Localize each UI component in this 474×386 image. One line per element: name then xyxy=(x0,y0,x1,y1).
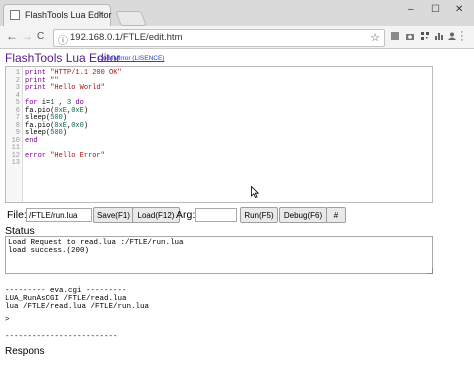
debug-button[interactable]: Debug(F6) xyxy=(279,207,327,223)
code-line: end xyxy=(25,136,38,145)
file-label: File: xyxy=(7,209,27,221)
eva-divider: ------------------------- xyxy=(5,333,118,341)
codemirror-license-link[interactable]: CodeMirror (LISENCE) xyxy=(98,55,164,62)
new-tab-button[interactable] xyxy=(115,11,147,26)
qr-code-icon[interactable] xyxy=(420,31,430,41)
file-path-input[interactable] xyxy=(26,208,92,222)
browser-tab[interactable]: FlashTools Lua Editor × xyxy=(3,4,112,27)
code-editor[interactable]: 1 2 3 4 5 6 7 8 9 10 11 12 13 print "HTTP/1.1 200 OK… xyxy=(5,66,433,203)
code-line: print "Hello World" xyxy=(25,84,105,92)
bookmark-star-icon[interactable]: ☆ xyxy=(370,31,380,44)
run-button[interactable]: Run(F5) xyxy=(240,207,278,223)
browser-tab-strip: FlashTools Lua Editor × – ☐ ✕ xyxy=(0,0,474,27)
window-minimize-icon[interactable]: – xyxy=(408,4,414,15)
save-button[interactable]: Save(F1) xyxy=(93,207,134,223)
code-line: error "Hello Error" xyxy=(25,151,105,160)
eva-prompt: > xyxy=(5,316,10,324)
eva-header: --------- eva.cgi --------- xyxy=(5,287,127,295)
window-close-icon[interactable]: ✕ xyxy=(455,4,463,15)
tab-close-icon[interactable]: × xyxy=(98,9,104,20)
status-textarea[interactable]: Load Request to read.lua :/FTLE/run.lua … xyxy=(5,236,433,274)
camera-icon[interactable] xyxy=(405,31,415,41)
window-maximize-icon[interactable]: ☐ xyxy=(431,4,440,15)
forward-arrow-icon[interactable]: → xyxy=(21,29,33,43)
file-controls: File: Save(F1) Load(F12) Arg: Run(F5) De… xyxy=(7,207,467,223)
resize-handle-icon[interactable] xyxy=(427,268,433,274)
address-bar[interactable]: ⓘ 192.168.0.1/FTLE/edit.htm ☆ xyxy=(53,29,385,47)
browser-menu-icon[interactable]: · · · xyxy=(460,27,464,46)
chart-extension-icon[interactable] xyxy=(434,31,444,41)
hash-button[interactable]: # xyxy=(326,207,346,223)
eva-output-line: lua /FTLE/read.lua /FTLE/run.lua xyxy=(5,303,150,311)
mouse-cursor-icon xyxy=(251,186,259,198)
address-url: 192.168.0.1/FTLE/edit.htm xyxy=(70,32,183,43)
extension-icon[interactable] xyxy=(390,31,400,41)
reload-icon[interactable]: C xyxy=(37,31,44,42)
arg-input[interactable] xyxy=(195,208,237,222)
load-button[interactable]: Load(F12) xyxy=(132,207,180,223)
page-favicon-icon xyxy=(10,10,20,20)
page-info-icon[interactable]: ⓘ xyxy=(58,32,68,47)
profile-icon[interactable] xyxy=(447,31,457,41)
response-heading: Respons xyxy=(5,346,45,357)
arg-label: Arg: xyxy=(176,209,196,221)
eva-output-line: LUA_RunAsCGI /FTLE/read.lua xyxy=(5,295,127,303)
line-number: 13 xyxy=(11,159,20,167)
browser-toolbar: ← → C ⓘ 192.168.0.1/FTLE/edit.htm ☆ · · · xyxy=(0,26,474,49)
back-arrow-icon[interactable]: ← xyxy=(6,29,18,43)
